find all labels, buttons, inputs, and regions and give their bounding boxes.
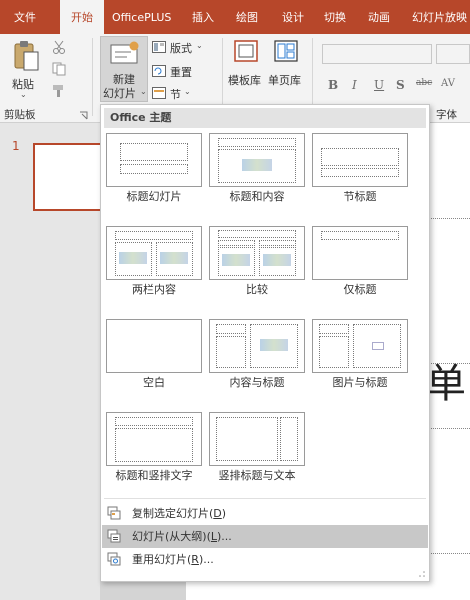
slide-thumbnail-pane: 1 [0,123,100,600]
layout-icon [152,41,166,53]
tab-officeplus[interactable]: OfficePLUS [112,0,171,34]
single-page-library-icon [274,40,298,62]
slide-thumbnail[interactable] [33,143,100,211]
layout-thumbnail [209,226,305,280]
resize-grip-icon[interactable] [418,570,426,578]
layout-name: 标题和竖排文字 [115,469,193,482]
template-library-icon [234,40,258,62]
duplicate-slide-icon [107,506,121,520]
layout-comparison[interactable]: 比较 [209,226,305,313]
layout-name: 标题和内容 [229,190,285,203]
layout-name: 两栏内容 [132,283,176,296]
format-painter-icon[interactable] [52,84,66,98]
paste-button[interactable]: 粘贴 ⌄ [8,40,44,99]
cut-icon[interactable] [52,40,66,54]
slide-number: 1 [12,139,20,153]
template-library-label: 模板库 [228,74,261,87]
template-library-button[interactable]: 模板库 [228,40,264,100]
layout-picture-with-caption[interactable]: 图片与标题 [312,319,408,406]
ribbon-tab-bar: 文件 开始 OfficePLUS 插入 绘图 设计 切换 动画 幻灯片放映 [0,0,470,34]
layout-thumbnail [312,226,408,280]
layout-title-and-vertical-text[interactable]: 标题和竖排文字 [106,412,202,499]
new-slide-icon [110,41,139,64]
layout-blank[interactable]: 空白 [106,319,202,406]
reuse-slide-icon [107,552,121,566]
tab-insert[interactable]: 插入 [192,0,214,34]
bold-button[interactable]: B [328,78,338,92]
copy-icon[interactable] [52,62,68,76]
underline-button[interactable]: U [374,78,384,92]
layout-name: 标题幻灯片 [126,190,182,203]
layout-name: 节标题 [343,190,377,203]
paste-icon [14,41,39,71]
layout-label: 版式 [170,42,192,55]
slides-from-outline-item[interactable]: 幻灯片(从大纲)(L)... [102,525,428,548]
chevron-down-icon: ⌄ [184,87,191,96]
tab-file[interactable]: 文件 [14,0,36,34]
layout-thumbnail [312,319,408,373]
outline-slide-icon [107,529,121,543]
section-icon [152,87,166,99]
layout-thumbnail [106,412,202,466]
tab-animations[interactable]: 动画 [368,0,390,34]
layout-title-and-content[interactable]: 标题和内容 [209,133,305,220]
layout-content-with-caption[interactable]: 内容与标题 [209,319,305,406]
layout-thumbnail [106,319,202,373]
layout-thumbnail [312,133,408,187]
layout-name: 图片与标题 [332,376,388,389]
layout-name: 竖排标题与文本 [218,469,296,482]
layout-section-header[interactable]: 节标题 [312,133,408,220]
theme-header: Office 主题 [104,108,426,128]
reuse-slides-item[interactable]: 重用幻灯片(R)... [102,548,428,571]
layout-two-content[interactable]: 两栏内容 [106,226,202,313]
reset-label: 重置 [170,66,192,79]
layout-vertical-title-and-text[interactable]: 竖排标题与文本 [209,412,305,499]
new-slide-button[interactable]: 新建 幻灯片 ⌄ [100,36,148,102]
chevron-down-icon: ⌄ [196,41,203,50]
layout-name: 仅标题 [343,283,377,296]
chevron-down-icon: ⌄ [20,90,27,99]
layout-title-only[interactable]: 仅标题 [312,226,408,313]
layout-title-slide[interactable]: 标题幻灯片 [106,133,202,220]
chevron-down-icon: ⌄ [140,87,147,96]
shadow-button[interactable]: S [396,78,405,92]
duplicate-selected-slides-item[interactable]: 复制选定幻灯片(D) [102,502,428,525]
character-spacing-button[interactable]: AV [441,78,455,89]
tab-transitions[interactable]: 切换 [324,0,346,34]
layout-name: 比较 [246,283,268,296]
layout-name: 内容与标题 [229,376,285,389]
tab-home[interactable]: 开始 [60,0,104,34]
new-slide-dropdown: Office 主题 标题幻灯片 标题和内容 节标题 两栏内容 比较 仅标题 空白… [100,104,430,582]
section-label: 节 [170,88,181,101]
layout-thumbnail [106,133,202,187]
clipboard-group-label: 剪贴板 [4,109,36,121]
layout-thumbnail [209,133,305,187]
font-size-combo[interactable] [436,44,470,64]
font-group-label: 字体 [436,109,457,121]
layout-thumbnail [106,226,202,280]
dialog-launcher-icon[interactable] [79,111,88,120]
slide-title-text: 单 [426,361,466,407]
font-name-combo[interactable] [322,44,432,64]
italic-button[interactable]: I [352,78,357,92]
single-page-library-button[interactable]: 单页库 [268,40,304,100]
tab-slideshow[interactable]: 幻灯片放映 [412,0,467,34]
single-page-library-label: 单页库 [268,74,301,87]
tab-design[interactable]: 设计 [282,0,304,34]
tab-draw[interactable]: 绘图 [236,0,258,34]
layout-name: 空白 [143,376,165,389]
reset-icon [152,65,166,77]
layout-thumbnail [209,319,305,373]
layout-thumbnail [209,412,305,466]
strikethrough-button[interactable]: abc [416,78,432,88]
new-slide-label-2: 幻灯片 [103,87,136,100]
